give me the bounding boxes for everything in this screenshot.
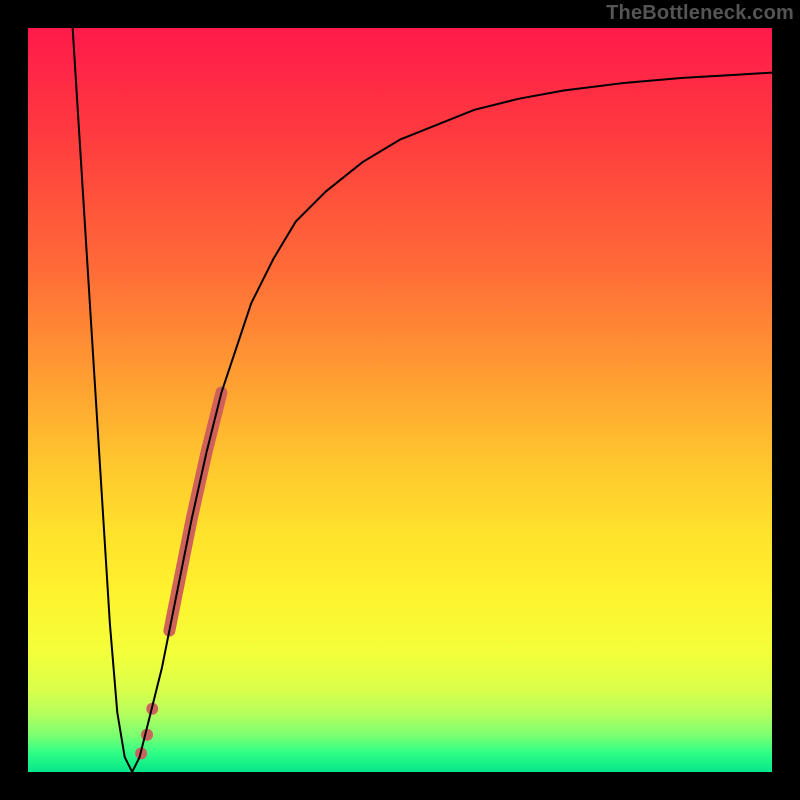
bottleneck-curve bbox=[73, 28, 772, 772]
chart-frame: TheBottleneck.com bbox=[0, 0, 800, 800]
curve-svg bbox=[28, 28, 772, 772]
plot-area bbox=[28, 28, 772, 772]
watermark-text: TheBottleneck.com bbox=[606, 2, 794, 25]
